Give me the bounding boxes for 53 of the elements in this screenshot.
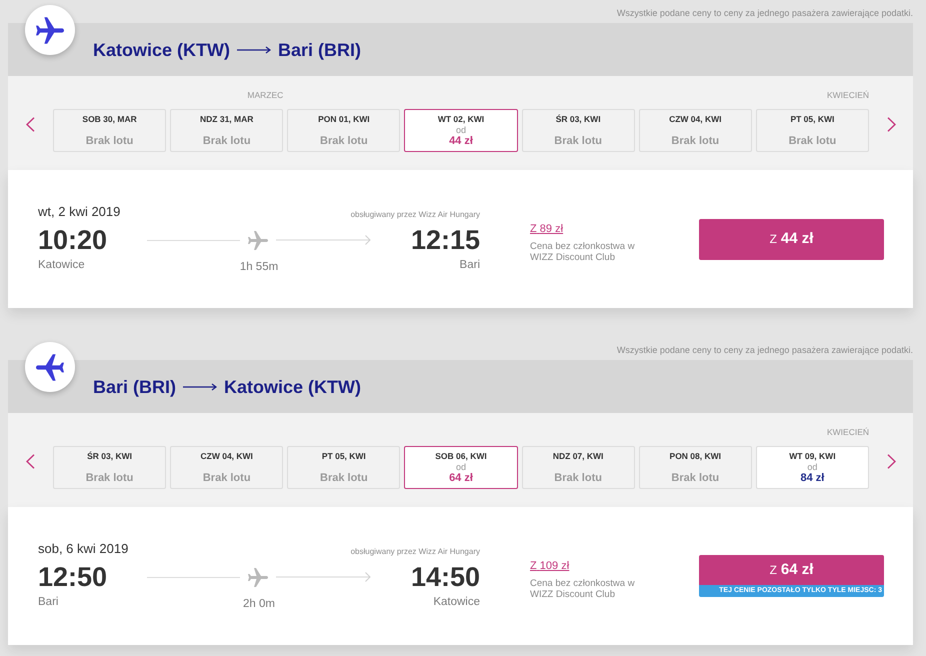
- month-label: MARZEC: [246, 89, 284, 102]
- select-fare-button[interactable]: Z 44 zł: [699, 218, 884, 260]
- departure-time: 10:20: [38, 225, 108, 255]
- date-tab[interactable]: NDZ 07, KWI Brak lotu: [522, 446, 635, 489]
- destination-city: Katowice (KTW): [224, 376, 362, 398]
- date-tab[interactable]: SOB 06, KWI od 64 zł: [404, 446, 518, 489]
- arrival-city: Katowice: [432, 595, 480, 610]
- flight-duration: 1h 55m: [238, 260, 280, 274]
- arrival-time: 12:15: [410, 225, 480, 255]
- date-tab[interactable]: ŚR 03, KWI Brak lotu: [53, 446, 166, 489]
- month-label: KWIECIEŃ: [826, 426, 869, 439]
- date-tab[interactable]: WT 09, KWI od 84 zł: [756, 446, 869, 489]
- airplane-icon: [25, 342, 75, 392]
- club-note-text: Cena bez członkostwa w WIZZ Discount Club: [530, 578, 636, 600]
- date-tab[interactable]: SOB 30, MAR Brak lotu: [53, 109, 166, 152]
- date-tab[interactable]: CZW 04, KWI Brak lotu: [170, 446, 284, 489]
- date-tab[interactable]: CZW 04, KWI Brak lotu: [638, 109, 752, 152]
- long-arrow-icon: [183, 382, 218, 390]
- flight-date: sob, 6 kwi 2019: [38, 541, 128, 557]
- airplane-icon: [25, 5, 75, 55]
- departure-city: Bari: [38, 595, 60, 610]
- destination-city: Bari (BRI): [278, 38, 362, 60]
- date-tab[interactable]: PON 08, KWI Brak lotu: [638, 446, 752, 489]
- arrival-time: 14:50: [410, 562, 480, 592]
- airplane-icon: [248, 568, 268, 586]
- operator-text: obsługiwany przez Wizz Air Hungary: [350, 547, 480, 557]
- chevron-left-icon[interactable]: [26, 117, 35, 132]
- price-note: Wszystkie podane ceny to ceny za jednego pasażera zawierające podatki.: [616, 7, 913, 20]
- date-tab[interactable]: ŚR 03, KWI Brak lotu: [522, 109, 635, 152]
- club-price-link[interactable]: Z 109 zł: [530, 560, 570, 572]
- date-tab[interactable]: NDZ 31, MAR Brak lotu: [170, 109, 284, 152]
- chevron-left-icon[interactable]: [26, 454, 35, 469]
- chevron-right-icon[interactable]: [886, 117, 896, 132]
- operator-text: obsługiwany przez Wizz Air Hungary: [350, 210, 480, 220]
- select-fare-button[interactable]: Z 64 zł: [699, 555, 884, 585]
- date-tab[interactable]: WT 02, KWI od 44 zł: [404, 109, 518, 152]
- origin-city: Bari (BRI): [93, 376, 176, 398]
- departure-time: 12:50: [38, 562, 108, 592]
- club-price-link[interactable]: Z 89 zł: [530, 222, 564, 234]
- price-note: Wszystkie podane ceny to ceny za jednego pasażera zawierające podatki.: [616, 344, 913, 357]
- airplane-icon: [248, 230, 268, 250]
- club-note-text: Cena bez członkostwa w WIZZ Discount Club: [530, 240, 636, 262]
- arrival-city: Bari: [458, 258, 480, 273]
- departure-city: Katowice: [38, 258, 86, 273]
- flight-duration: 2h 0m: [242, 597, 276, 611]
- date-tab[interactable]: PT 05, KWI Brak lotu: [287, 446, 400, 489]
- date-tab[interactable]: PT 05, KWI Brak lotu: [756, 109, 869, 152]
- month-label: KWIECIEŃ: [826, 89, 869, 102]
- flight-date: wt, 2 kwi 2019: [38, 204, 120, 220]
- long-arrow-icon: [237, 46, 271, 54]
- date-tab[interactable]: PON 01, KWI Brak lotu: [287, 109, 400, 152]
- chevron-right-icon[interactable]: [886, 454, 896, 469]
- origin-city: Katowice (KTW): [93, 38, 230, 60]
